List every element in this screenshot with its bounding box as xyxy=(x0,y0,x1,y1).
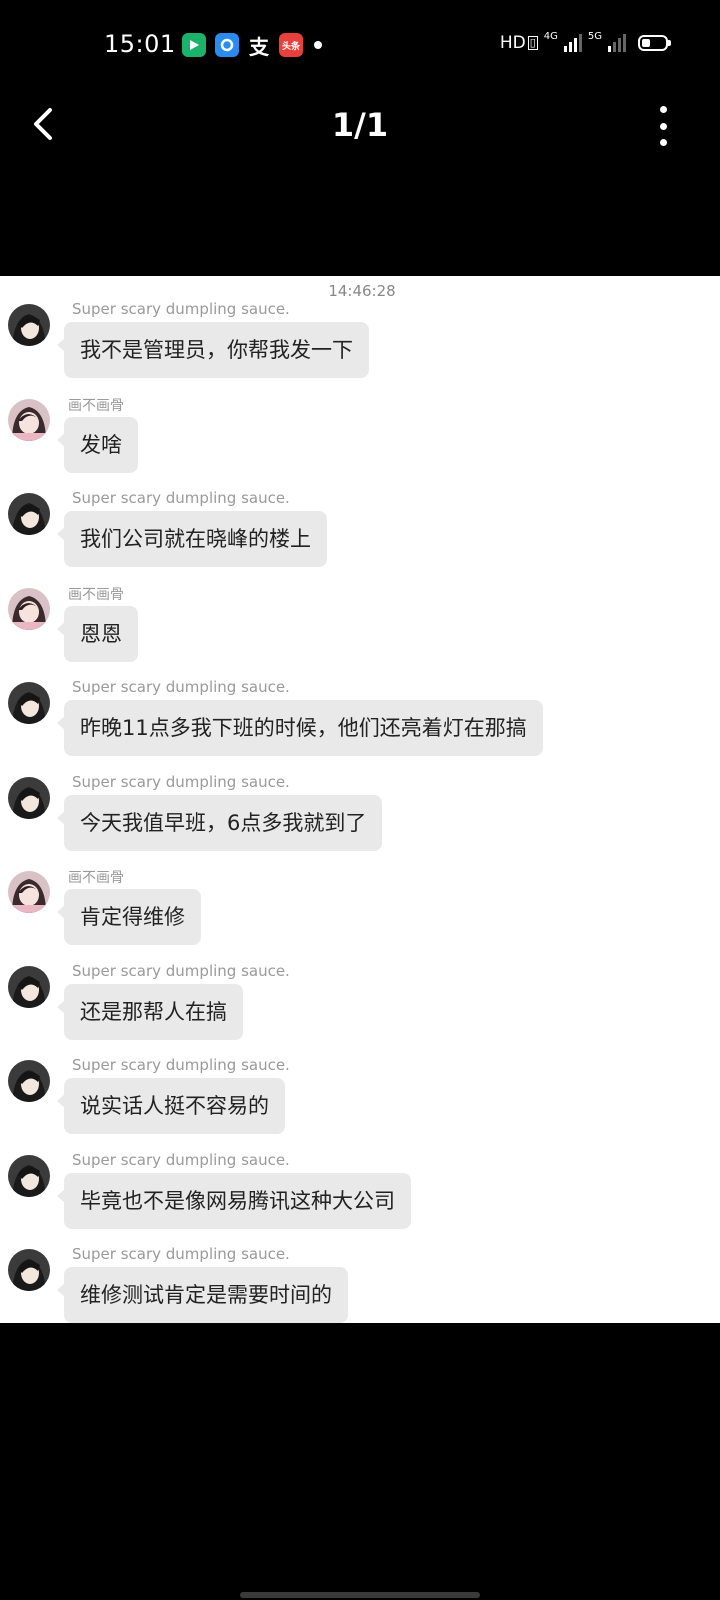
message-bubble: 今天我值早班，6点多我就到了 xyxy=(56,794,383,851)
more-dot xyxy=(659,122,667,130)
chat-message: Super scary dumpling sauce. 今天我值早班，6点多我就到… xyxy=(0,773,720,868)
avatar xyxy=(8,1154,50,1197)
hd-label: HD xyxy=(499,33,526,53)
message-bubble: 恩恩 xyxy=(57,605,138,662)
more-dot xyxy=(659,106,667,113)
chat-message: Super scary dumpling sauce. 毕竟也不是像网易腾讯这种大… xyxy=(0,1151,720,1246)
chat-message: Super scary dumpling sauce. 还是那帮人在搞 xyxy=(0,962,720,1057)
avatar xyxy=(8,493,50,535)
message-bubble: 还是那帮人在搞 xyxy=(57,983,243,1040)
chat-message: Super scary dumpling sauce. 说实话人挺不容易的 xyxy=(0,1056,720,1151)
video-app-icon xyxy=(182,33,206,57)
avatar xyxy=(8,776,50,819)
chat-screenshot-image[interactable]: 14:46:28 Super scary dumpling sauce. 我不是管… xyxy=(0,276,720,1323)
signal-icon-1 xyxy=(563,34,582,52)
page-indicator: 1/1 xyxy=(331,106,389,144)
chat-message: 画不画骨肯定得维修 xyxy=(0,867,720,962)
sender-name: Super scary dumpling sauce. xyxy=(72,489,290,507)
chat-message: Super scary dumpling sauce. 我们公司就在晓峰的楼上 xyxy=(0,489,720,584)
message-bubble: 发啥 xyxy=(57,416,138,473)
sender-name: Super scary dumpling sauce. xyxy=(72,1245,290,1263)
home-indicator[interactable] xyxy=(240,1592,480,1598)
message-bubble: 我不是管理员，你帮我发一下 xyxy=(57,322,369,378)
status-bar: 15:01 支 头条 HD ▯ 4G 5G xyxy=(0,0,720,92)
avatar xyxy=(8,965,50,1008)
browser-app-icon xyxy=(215,33,239,57)
sender-name: Super scary dumpling sauce. xyxy=(72,1150,290,1169)
avatar xyxy=(8,1060,50,1102)
sender-name: 画不画骨 xyxy=(68,586,124,603)
avatar xyxy=(8,304,50,346)
avatar xyxy=(8,682,50,724)
more-options-button[interactable] xyxy=(656,106,670,146)
volte-icon: ▯ xyxy=(527,36,538,50)
message-bubble: 昨晚11点多我下班的时候，他们还亮着灯在那搞 xyxy=(57,700,543,756)
network-type-1: 4G xyxy=(543,30,558,42)
message-bubble: 毕竟也不是像网易腾讯这种大公司 xyxy=(57,1172,411,1229)
toutiao-icon: 头条 xyxy=(279,33,303,57)
sender-name: Super scary dumpling sauce. xyxy=(72,678,290,696)
sender-name: 画不画骨 xyxy=(68,870,124,886)
sender-name: Super scary dumpling sauce. xyxy=(72,300,290,318)
image-viewer-header: 1/1 xyxy=(0,92,720,172)
chat-message: 画不画骨 发啥 xyxy=(0,395,720,490)
sender-name: 画不画骨 xyxy=(68,397,124,414)
message-bubble: 肯定得维修 xyxy=(57,889,201,945)
avatar xyxy=(8,587,50,630)
message-bubble: 说实话人挺不容易的 xyxy=(57,1078,285,1134)
battery-icon xyxy=(638,35,671,51)
alipay-icon: 支 xyxy=(249,34,269,59)
avatar xyxy=(8,398,50,441)
avatar xyxy=(8,1249,50,1291)
signal-icon-2 xyxy=(608,34,626,52)
chat-message: 画不画骨 恩恩 xyxy=(0,584,720,679)
chat-message: Super scary dumpling sauce. 我不是管理员，你帮我发一下 xyxy=(0,300,720,395)
more-dot xyxy=(659,139,667,146)
notification-icons: 支 头条 xyxy=(182,33,322,59)
chat-message: Super scary dumpling sauce. 昨晚11点多我下班的时候，… xyxy=(0,678,720,773)
message-bubble: 我们公司就在晓峰的楼上 xyxy=(57,511,327,567)
sender-name: Super scary dumpling sauce. xyxy=(72,1056,290,1074)
chat-timestamp: 14:46:28 xyxy=(328,282,396,300)
more-notifications-dot xyxy=(314,41,322,49)
network-type-2: 5G xyxy=(587,30,602,42)
chat-message: Super scary dumpling sauce. 维修测试肯定是需要时间的 xyxy=(0,1245,720,1323)
status-time: 15:01 xyxy=(104,30,176,58)
message-bubble: 维修测试肯定是需要时间的 xyxy=(57,1267,348,1323)
system-status: HD ▯ 4G 5G xyxy=(499,30,671,53)
sender-name: Super scary dumpling sauce. xyxy=(72,772,290,791)
avatar xyxy=(8,871,50,913)
sender-name: Super scary dumpling sauce. xyxy=(72,961,290,980)
